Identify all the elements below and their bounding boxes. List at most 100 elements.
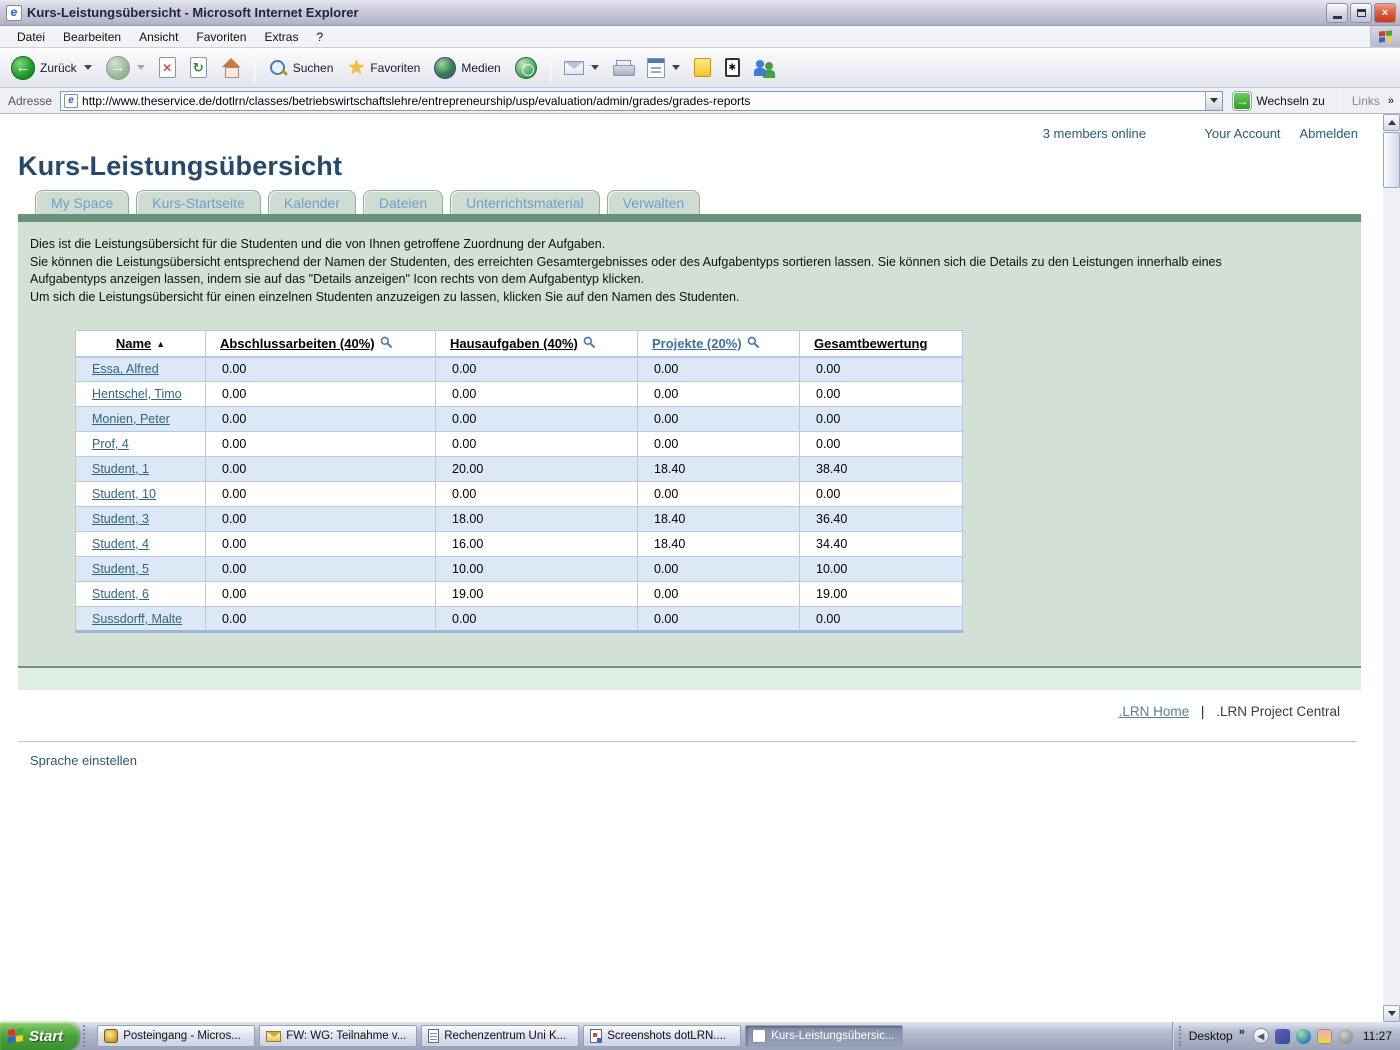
logout-link[interactable]: Abmelden — [1299, 126, 1358, 141]
back-button[interactable]: ← Zurück — [6, 54, 97, 82]
vertical-scrollbar[interactable] — [1383, 114, 1400, 1022]
edit-dropdown-icon[interactable] — [672, 65, 680, 70]
media-button[interactable]: Medien — [429, 55, 505, 81]
close-button[interactable]: × — [1374, 3, 1396, 23]
student-name-cell: Student, 1 — [76, 457, 206, 482]
address-url: http://www.theservice.de/dotlrn/classes/… — [82, 94, 1201, 108]
student-name-link[interactable]: Prof, 4 — [92, 437, 129, 451]
tab-my-space[interactable]: My Space — [35, 190, 129, 214]
lrn-project-central-link[interactable]: .LRN Project Central — [1216, 704, 1340, 719]
set-language-link[interactable]: Sprache einstellen — [30, 753, 137, 768]
go-button[interactable]: → Wechseln zu — [1229, 91, 1328, 111]
tab-dateien[interactable]: Dateien — [363, 190, 443, 214]
tab-kalender[interactable]: Kalender — [268, 190, 356, 214]
favorites-button[interactable]: ★ Favoriten — [342, 56, 425, 80]
hide-icons-button[interactable]: ◀ — [1253, 1028, 1269, 1044]
grade-value-cell: 16.00 — [436, 532, 638, 557]
column-header-4[interactable]: Projekte (20%) — [638, 331, 800, 357]
history-button[interactable] — [510, 55, 542, 81]
lrn-home-link[interactable]: .LRN Home — [1119, 704, 1190, 719]
clock: 11:27 — [1363, 1029, 1392, 1043]
menu-item-favoriten[interactable]: Favoriten — [187, 28, 255, 46]
taskbar-button-3[interactable]: Rechenzentrum Uni K... — [421, 1025, 579, 1047]
column-header-3[interactable]: Hausaufgaben (40%) — [436, 331, 638, 357]
scroll-down-button[interactable] — [1383, 1005, 1400, 1022]
column-header-5[interactable]: Gesamtbewertung — [800, 331, 963, 357]
grade-value-cell: 36.40 — [800, 507, 963, 532]
student-name-link[interactable]: Monien, Peter — [92, 412, 170, 426]
mail-button[interactable] — [559, 59, 604, 77]
column-header-label: Name — [116, 336, 151, 351]
taskbar-button-4[interactable]: Screenshots dotLRN.... — [583, 1025, 741, 1047]
ico-outlook — [104, 1029, 118, 1043]
details-magnifier-icon[interactable] — [375, 336, 393, 351]
student-name-cell: Monien, Peter — [76, 407, 206, 432]
details-magnifier-icon[interactable] — [578, 336, 596, 351]
tray-grip[interactable] — [1179, 1026, 1183, 1046]
back-dropdown-icon[interactable] — [84, 65, 92, 70]
student-name-link[interactable]: Essa, Alfred — [92, 362, 159, 376]
menu-item-datei[interactable]: Datei — [8, 28, 54, 46]
table-row: Student, 40.0016.0018.4034.40 — [76, 532, 963, 557]
msn-tray-icon[interactable] — [1296, 1029, 1311, 1044]
messenger-tray-icon[interactable] — [1275, 1029, 1290, 1044]
taskbar-button-2[interactable]: FW: WG: Teilnahme v... — [259, 1025, 417, 1047]
edit-button[interactable] — [642, 56, 685, 80]
student-name-link[interactable]: Student, 4 — [92, 537, 149, 551]
student-name-link[interactable]: Student, 10 — [92, 487, 156, 501]
taskbar-button-5[interactable]: Kurs-Leistungsübersic... — [745, 1025, 903, 1047]
student-name-link[interactable]: Student, 6 — [92, 587, 149, 601]
discuss-button[interactable] — [689, 56, 716, 79]
your-account-link[interactable]: Your Account — [1204, 126, 1280, 141]
forward-button[interactable]: → — [101, 54, 150, 82]
scrollbar-thumb[interactable] — [1383, 132, 1400, 188]
messenger-button[interactable]: ✱ — [720, 56, 745, 79]
refresh-button[interactable]: ↻ — [185, 55, 212, 80]
home-button[interactable] — [216, 57, 246, 79]
start-button[interactable]: Start — [0, 1022, 79, 1050]
column-header-1[interactable]: Name▲ — [76, 331, 206, 357]
desktop-toolbar-label[interactable]: Desktop — [1189, 1029, 1233, 1043]
tab-kurs-startseite[interactable]: Kurs-Startseite — [136, 190, 261, 214]
contacts-button[interactable] — [749, 56, 781, 80]
window-titlebar: e Kurs-Leistungsübersicht - Microsoft In… — [0, 0, 1400, 26]
quicklaunch-grip[interactable] — [83, 1025, 91, 1047]
minimize-button[interactable] — [1326, 3, 1348, 23]
tab-unterrichtsmaterial[interactable]: Unterrichtsmaterial — [450, 190, 599, 214]
menu-item-bearbeiten[interactable]: Bearbeiten — [54, 28, 130, 46]
student-name-link[interactable]: Sussdorff, Malte — [92, 612, 182, 626]
scroll-up-button[interactable] — [1383, 114, 1400, 131]
menu-item-extras[interactable]: Extras — [255, 28, 307, 46]
links-chevron-icon[interactable]: » — [1388, 95, 1394, 107]
tray-chevron-icon[interactable]: » — [1239, 1026, 1245, 1038]
student-name-link[interactable]: Student, 3 — [92, 512, 149, 526]
mail-dropdown-icon[interactable] — [591, 65, 599, 70]
links-label[interactable]: Links — [1350, 94, 1382, 108]
menu-item--[interactable]: ? — [307, 28, 332, 46]
address-bar: Adresse e http://www.theservice.de/dotlr… — [0, 88, 1400, 114]
student-name-link[interactable]: Hentschel, Timo — [92, 387, 182, 401]
tab-verwalten[interactable]: Verwalten — [607, 190, 700, 214]
stop-button[interactable]: ✕ — [154, 55, 181, 80]
search-button[interactable]: Suchen — [263, 56, 339, 80]
discuss-icon — [694, 58, 711, 77]
network-tray-icon[interactable] — [1338, 1029, 1353, 1044]
address-input[interactable]: e http://www.theservice.de/dotlrn/classe… — [60, 91, 1223, 111]
table-row: Student, 60.0019.000.0019.00 — [76, 582, 963, 607]
grade-value-cell: 0.00 — [206, 457, 436, 482]
column-header-2[interactable]: Abschlussarbeiten (40%) — [206, 331, 436, 357]
taskbar-button-1[interactable]: Posteingang - Micros... — [97, 1025, 255, 1047]
print-button[interactable] — [608, 58, 638, 77]
system-tray: Desktop » ◀ 11:27 — [1172, 1022, 1400, 1050]
student-name-link[interactable]: Student, 1 — [92, 462, 149, 476]
restore-button[interactable] — [1350, 3, 1372, 23]
taskbar-button-label: Posteingang - Micros... — [123, 1030, 241, 1042]
grade-value-cell: 0.00 — [206, 582, 436, 607]
details-magnifier-icon[interactable] — [742, 336, 760, 351]
address-dropdown-button[interactable] — [1205, 92, 1222, 110]
display-tray-icon[interactable] — [1317, 1029, 1332, 1044]
student-name-link[interactable]: Student, 5 — [92, 562, 149, 576]
menu-item-ansicht[interactable]: Ansicht — [130, 28, 187, 46]
forward-dropdown-icon[interactable] — [137, 65, 145, 70]
minimize-icon — [1333, 16, 1342, 19]
